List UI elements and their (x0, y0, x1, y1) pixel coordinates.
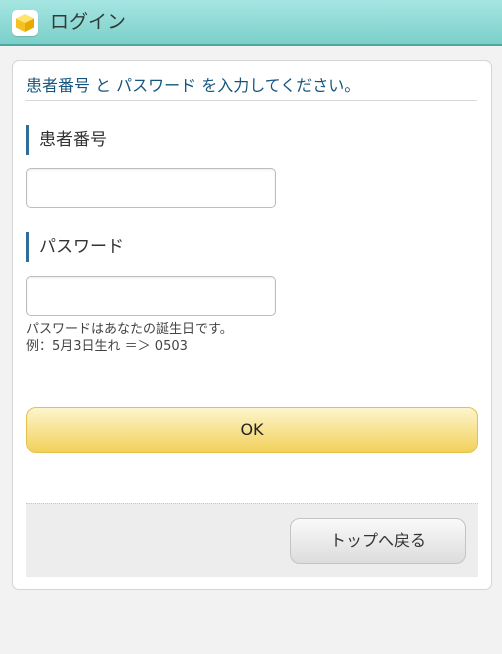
ok-button[interactable]: OK (26, 407, 478, 453)
page-title: ログイン (50, 11, 127, 33)
password-label: パスワード (26, 232, 124, 262)
footer-bar: トップへ戻る (26, 503, 478, 577)
patient-number-label: 患者番号 (26, 125, 107, 155)
patient-number-input[interactable] (26, 168, 276, 208)
password-help: パスワードはあなたの誕生日です。 例：5月3日生れ ＝＞ 0503 (26, 321, 233, 355)
back-to-top-button[interactable]: トップへ戻る (290, 518, 466, 564)
password-help-line2: 例：5月3日生れ ＝＞ 0503 (26, 339, 188, 354)
divider (25, 100, 477, 101)
password-input[interactable] (26, 276, 276, 316)
app-header: ログイン (0, 0, 502, 46)
login-form-card: 患者番号 と パスワード を入力してください。 患者番号 パスワード パスワード… (12, 60, 492, 590)
password-help-line1: パスワードはあなたの誕生日です。 (26, 322, 233, 337)
cube-icon (12, 10, 38, 36)
instruction-text: 患者番号 と パスワード を入力してください。 (26, 76, 361, 95)
